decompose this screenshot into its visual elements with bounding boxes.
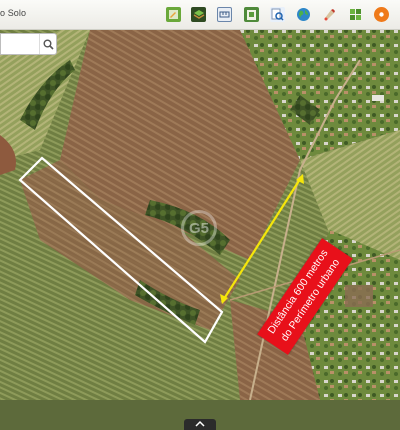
puzzle-icon[interactable] [348,7,363,22]
toolbar-title: o Solo [0,8,27,18]
help-icon[interactable] [374,7,389,22]
search-box [0,33,57,55]
paint-icon[interactable] [322,7,337,22]
panel-toggle-button[interactable] [184,419,216,430]
map-toolbar: o Solo [0,0,400,30]
search-icon [43,39,54,50]
search-button[interactable] [39,34,57,54]
watermark-logo: G5 [181,210,217,246]
document-search-icon[interactable] [270,7,285,22]
chevron-up-icon [195,420,205,427]
edit-map-icon[interactable] [166,7,181,22]
globe-icon[interactable] [296,7,311,22]
scale-icon[interactable] [217,7,232,22]
legend-icon[interactable] [244,7,259,22]
satellite-map[interactable]: G5 Distância 600 metros do Perímetro urb… [0,30,400,430]
layers-icon[interactable] [191,7,206,22]
search-input[interactable] [1,34,39,54]
